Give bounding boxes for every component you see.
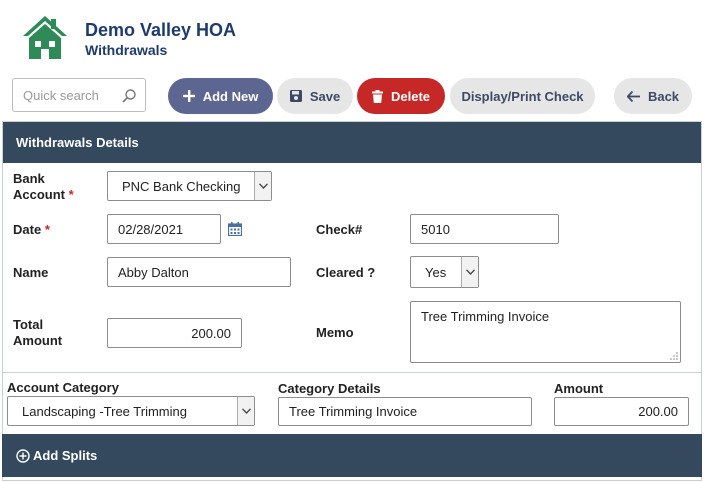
bank-account-select[interactable]: PNC Bank Checking	[107, 171, 272, 201]
org-name: Demo Valley HOA	[85, 20, 237, 40]
category-details-label: Category Details	[278, 381, 381, 396]
account-category-label: Account Category	[7, 380, 119, 395]
save-button[interactable]: Save	[277, 78, 353, 114]
add-new-label: Add New	[202, 88, 259, 104]
back-label: Back	[647, 88, 680, 104]
cleared-select[interactable]: Yes	[410, 256, 479, 288]
quick-search-box[interactable]	[12, 78, 146, 112]
resize-grip-icon[interactable]	[670, 352, 678, 360]
arrow-left-icon	[626, 90, 640, 102]
total-amount-input[interactable]: 200.00	[107, 318, 242, 348]
cleared-label: Cleared ?	[316, 265, 376, 280]
add-new-button[interactable]: Add New	[168, 78, 273, 114]
total-amount-label: Total Amount	[13, 317, 63, 348]
chevron-down-icon[interactable]	[254, 172, 271, 200]
section-divider	[2, 372, 702, 373]
bank-account-label: Bank Account *	[13, 171, 74, 202]
category-details-input[interactable]: Tree Trimming Invoice	[278, 397, 532, 426]
add-splits-button[interactable]: Add Splits	[2, 434, 702, 477]
search-input[interactable]	[21, 79, 125, 111]
house-icon	[23, 16, 67, 59]
page-title: Withdrawals	[85, 42, 168, 58]
memo-label: Memo	[316, 325, 354, 340]
delete-button[interactable]: Delete	[357, 78, 445, 114]
required-marker: *	[44, 222, 50, 237]
display-print-check-button[interactable]: Display/Print Check	[450, 78, 595, 114]
toolbar: Add New Save Delete Display/Print Check …	[0, 76, 713, 118]
split-amount-input[interactable]: 200.00	[554, 397, 689, 426]
check-number-label: Check#	[316, 222, 363, 237]
plus-icon	[182, 90, 195, 102]
back-button[interactable]: Back	[614, 78, 692, 114]
memo-textarea[interactable]: Tree Trimming Invoice	[410, 301, 681, 363]
date-label: Date *	[13, 222, 50, 237]
check-number-input[interactable]: 5010	[410, 214, 559, 244]
delete-label: Delete	[390, 88, 431, 104]
floppy-disk-icon	[289, 90, 302, 102]
print-check-label: Display/Print Check	[461, 88, 584, 104]
search-icon[interactable]	[121, 88, 137, 104]
name-input[interactable]: Abby Dalton	[107, 257, 291, 287]
trash-icon	[371, 89, 383, 103]
save-label: Save	[309, 88, 341, 104]
chevron-down-icon[interactable]	[237, 397, 254, 425]
name-label: Name	[13, 265, 49, 280]
page-header: Demo Valley HOA Withdrawals	[0, 0, 713, 70]
chevron-down-icon[interactable]	[461, 257, 478, 287]
plus-circle-icon	[16, 448, 30, 463]
required-marker: *	[68, 187, 74, 202]
add-splits-label: Add Splits	[33, 448, 98, 463]
date-input[interactable]: 02/28/2021	[107, 214, 221, 244]
calendar-icon[interactable]	[228, 222, 242, 236]
panel-title: Withdrawals Details	[3, 122, 701, 163]
split-amount-label: Amount	[554, 381, 604, 396]
account-category-select[interactable]: Landscaping -Tree Trimming	[7, 396, 255, 426]
